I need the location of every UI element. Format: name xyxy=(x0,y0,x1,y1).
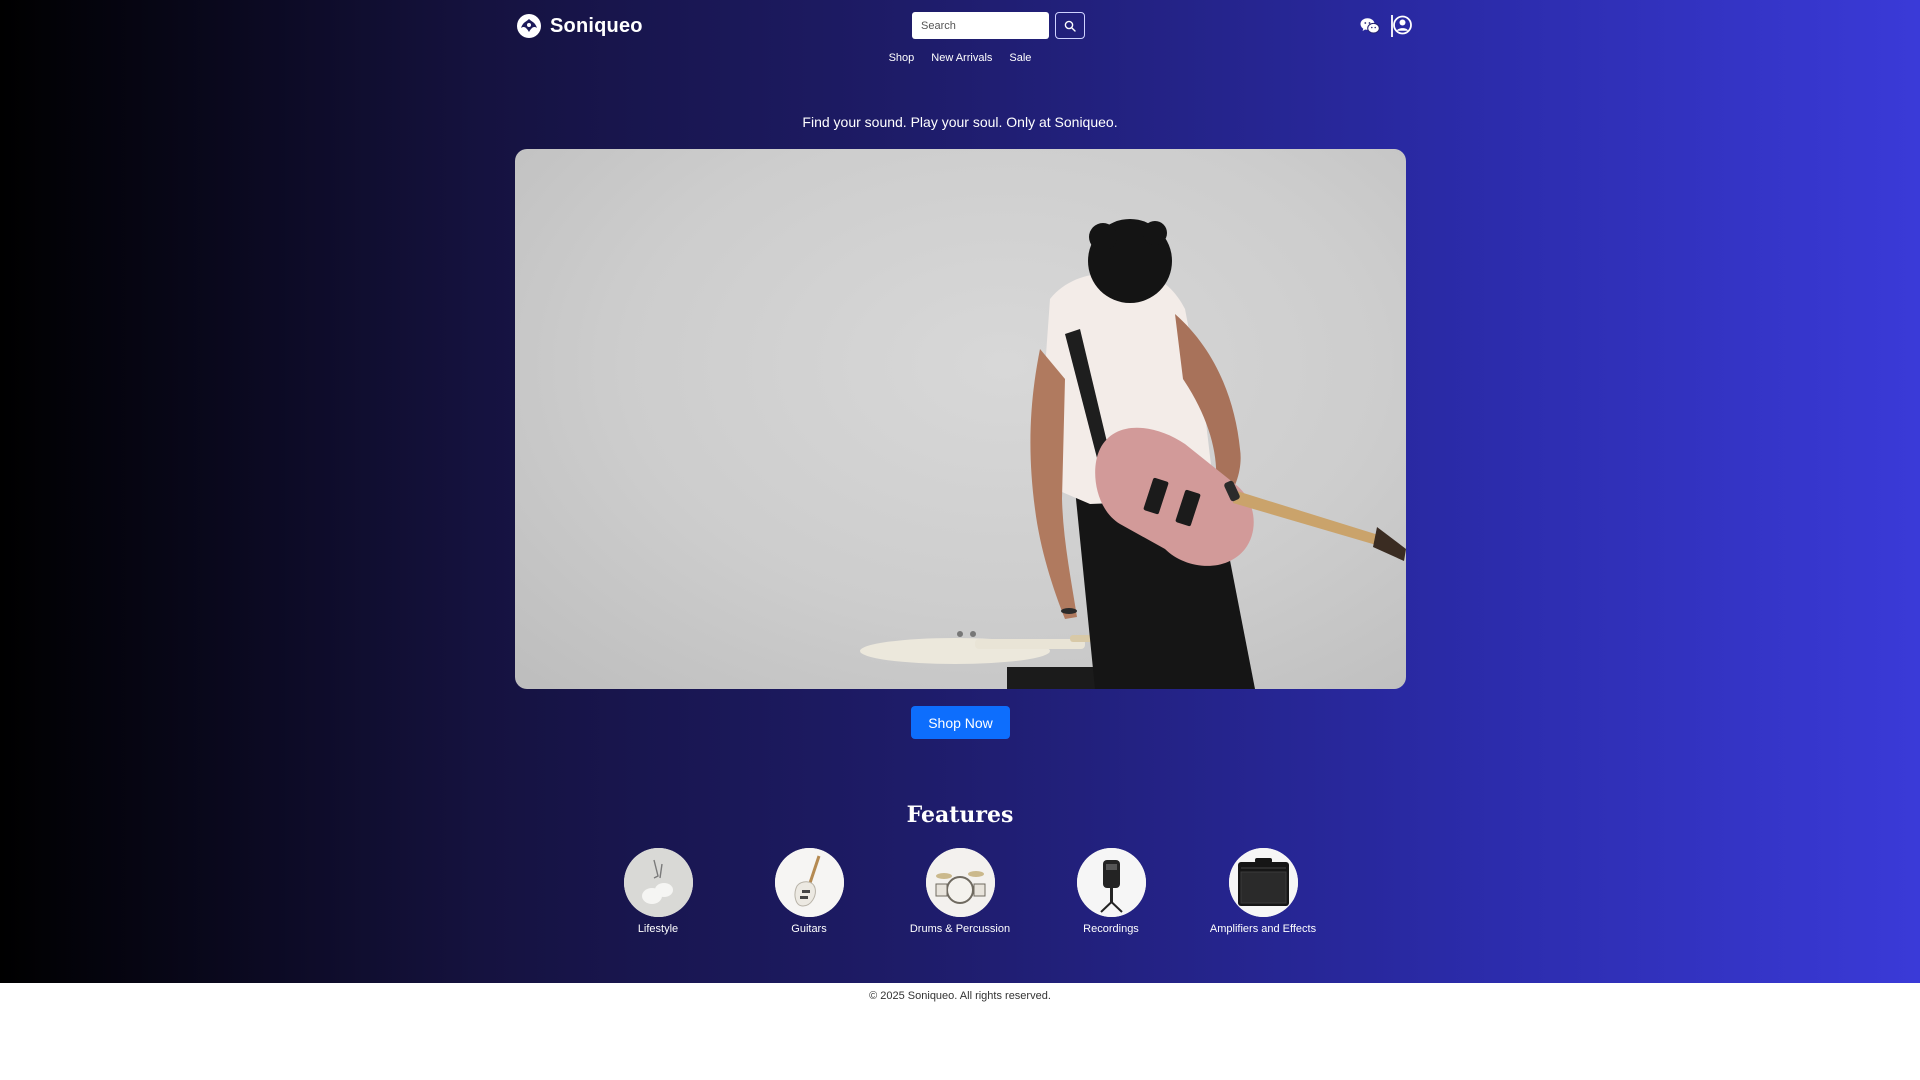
guitarist-illustration xyxy=(860,219,1406,689)
feature-lifestyle[interactable]: Lifestyle xyxy=(583,848,733,935)
hero-image xyxy=(515,149,1406,689)
wechat-icon[interactable] xyxy=(1360,17,1380,35)
search-input[interactable] xyxy=(912,12,1049,39)
feature-guitars[interactable]: Guitars xyxy=(734,848,884,935)
feature-label-recordings: Recordings xyxy=(1083,923,1139,935)
hero-tagline: Find your sound. Play your soul. Only at… xyxy=(802,114,1118,130)
header-actions xyxy=(1360,14,1412,38)
site-header: Soniqueo Shop New Arrivals Sale xyxy=(0,0,1920,78)
feature-label-lifestyle: Lifestyle xyxy=(637,923,679,935)
logo-icon xyxy=(517,14,541,38)
feature-label-guitars: Guitars xyxy=(791,923,827,935)
amplifier-icon xyxy=(1228,848,1298,917)
feature-drums[interactable]: Drums & Percussion xyxy=(885,848,1035,935)
features-section: Features Lifestyle Guitars Drums & Percu… xyxy=(0,772,1920,983)
copyright-text: © 2025 Soniqueo. All rights reserved. xyxy=(869,990,1051,1002)
brand-name: Soniqueo xyxy=(550,14,643,37)
shop-now-button[interactable]: Shop Now xyxy=(911,706,1010,739)
search-bar xyxy=(912,12,1085,39)
feature-recordings[interactable]: Recordings xyxy=(1036,848,1186,935)
feature-amplifiers[interactable]: Amplifiers and Effects xyxy=(1188,848,1338,935)
search-icon xyxy=(1064,20,1076,32)
feature-label-drums: Drums & Percussion xyxy=(909,923,1011,935)
hero-section: Find your sound. Play your soul. Only at… xyxy=(0,78,1920,772)
main-nav: Shop New Arrivals Sale xyxy=(0,52,1920,64)
drum-kit-icon xyxy=(925,848,995,917)
features-title: Features xyxy=(906,802,1014,828)
search-button[interactable] xyxy=(1055,12,1085,39)
nav-sale[interactable]: Sale xyxy=(1009,52,1031,64)
brand-logo[interactable]: Soniqueo xyxy=(516,13,643,39)
feature-label-amplifiers: Amplifiers and Effects xyxy=(1209,923,1317,935)
nav-new-arrivals[interactable]: New Arrivals xyxy=(931,52,992,64)
earbuds-icon xyxy=(623,848,693,917)
electric-guitar-icon xyxy=(774,848,844,917)
site-footer: © 2025 Soniqueo. All rights reserved. xyxy=(0,983,1920,1080)
user-account-icon[interactable] xyxy=(1390,14,1412,38)
microphone-icon xyxy=(1076,848,1146,917)
nav-shop[interactable]: Shop xyxy=(889,52,915,64)
